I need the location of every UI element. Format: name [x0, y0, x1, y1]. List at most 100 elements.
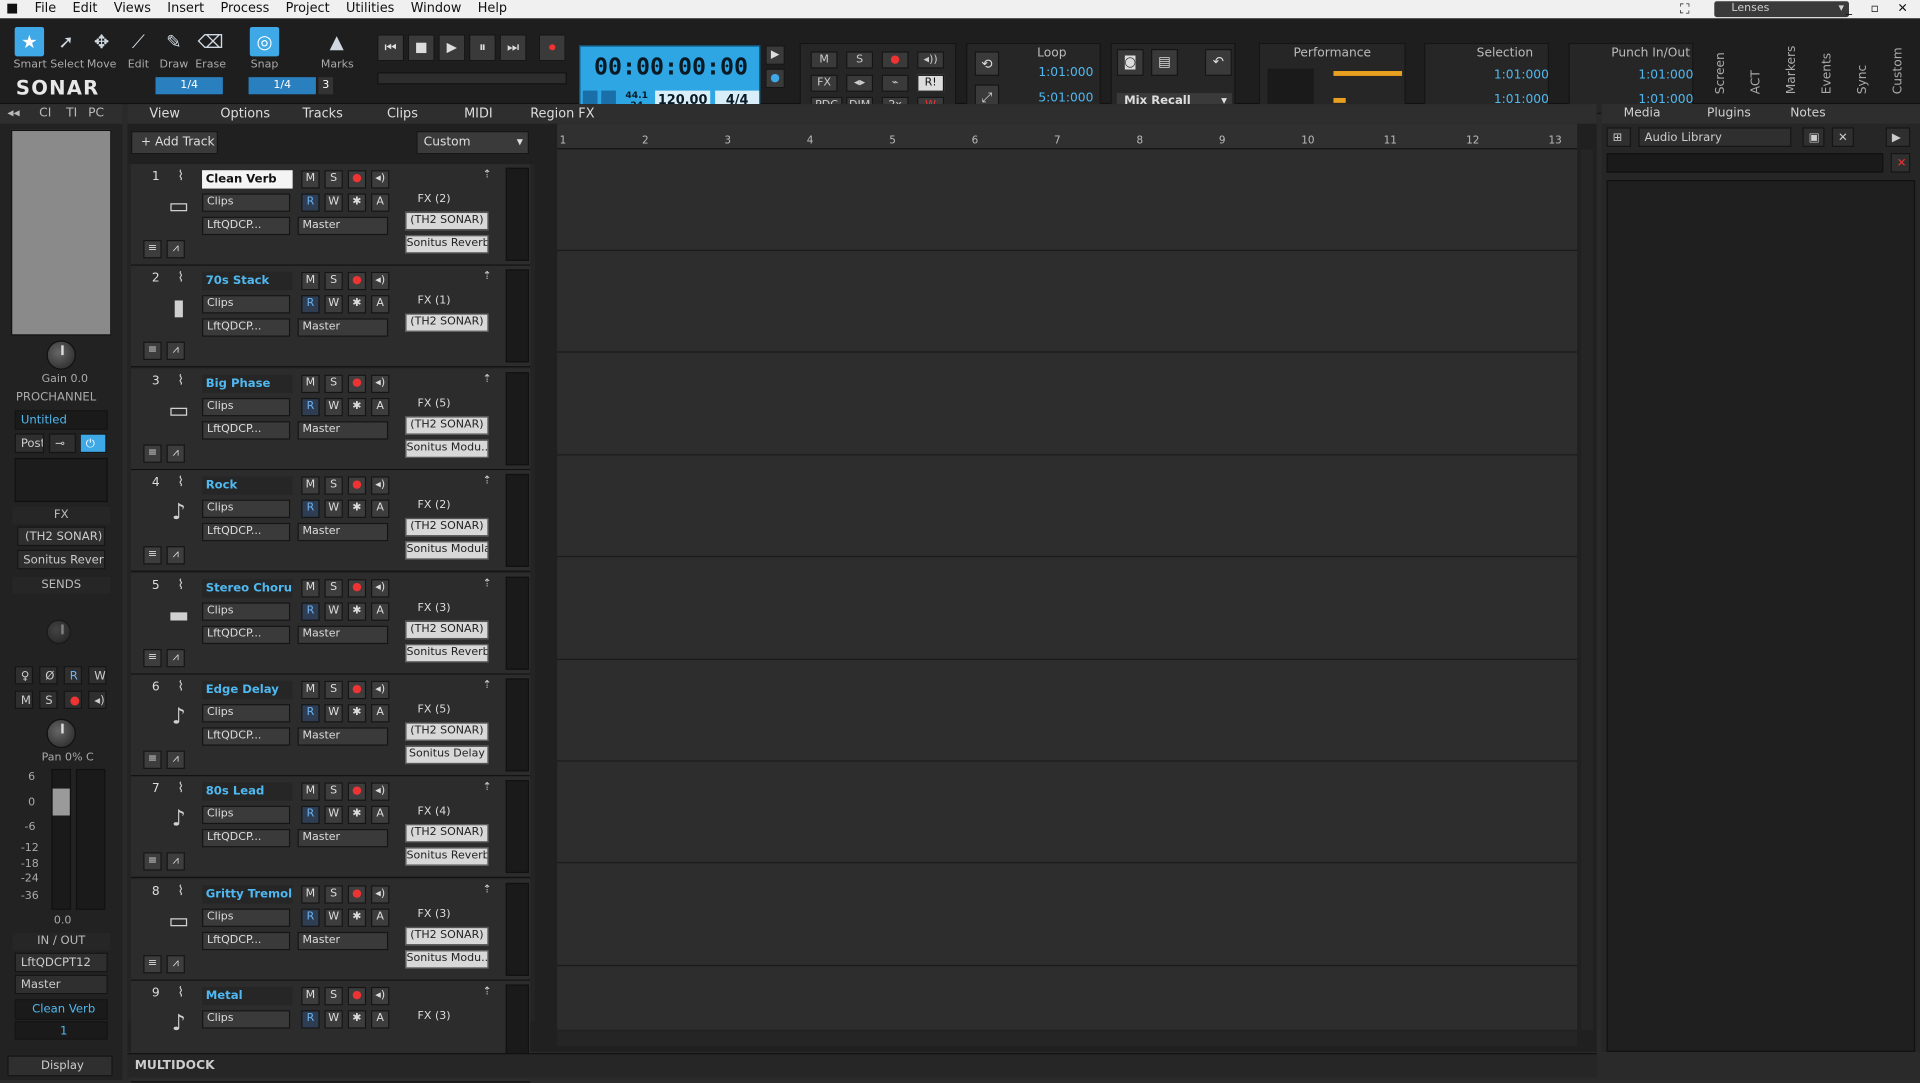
pause-button[interactable]: ⏸	[468, 34, 496, 62]
track-header[interactable]: 6 ⌇ Edge Delay ♪ M S ● ◂) ⇡ Clips R W ✱ A FX (5) (TH2 S…	[131, 674, 531, 777]
punch-start[interactable]: 1:01:000	[1638, 69, 1693, 82]
phase-icon[interactable]: Ø	[39, 666, 58, 685]
arm-button[interactable]: ●	[347, 782, 367, 802]
archive-button[interactable]: A	[371, 499, 390, 519]
fullscreen-icon[interactable]: ⛶	[1680, 0, 1689, 18]
selection-start[interactable]: 1:01:000	[1494, 69, 1549, 82]
archive-button[interactable]: A	[371, 193, 390, 212]
track-lane[interactable]	[557, 354, 1578, 456]
menu-insert[interactable]: Insert	[161, 0, 210, 18]
markers-module-tab[interactable]: Markers	[1777, 43, 1809, 112]
read-automation-button[interactable]: R	[301, 499, 320, 519]
fx-plugin[interactable]: Sonitus Delay	[405, 745, 489, 765]
clips-dropdown[interactable]: Clips	[202, 806, 291, 825]
automation-lane-icon[interactable]: ⩘	[166, 954, 185, 974]
sync-button[interactable]: ◂▸	[846, 74, 874, 92]
browser-add-icon[interactable]: ⊞	[1606, 127, 1632, 147]
sync-module-tab[interactable]: Sync	[1848, 43, 1880, 112]
archive-button[interactable]: A	[371, 908, 390, 927]
write-automation-button[interactable]: W	[324, 806, 343, 825]
scene-icon[interactable]: ▤	[1151, 48, 1178, 76]
track-options-icon[interactable]: ≡	[143, 852, 162, 872]
waveform-icon[interactable]: ⌇	[178, 780, 185, 796]
solo-button[interactable]: S	[324, 272, 343, 291]
tv-menu-view[interactable]: View	[149, 104, 180, 124]
gain-knob[interactable]	[46, 340, 76, 370]
track-name[interactable]: 80s Lead	[202, 782, 293, 802]
fx-plugin[interactable]: (TH2 SONAR)	[405, 926, 489, 946]
record-mode-button[interactable]: ●	[765, 68, 785, 89]
read-automation-button[interactable]: R	[301, 908, 320, 927]
mute-button[interactable]: M	[301, 272, 320, 291]
track-collapse-icon[interactable]: ⇡	[482, 373, 491, 385]
snap-value-dropdown[interactable]: 1/4	[155, 77, 223, 95]
erase-tool[interactable]: ⌫ Erase	[195, 27, 227, 71]
undo-icon[interactable]: ↶	[1204, 48, 1232, 76]
archive-button[interactable]: A	[371, 397, 390, 417]
track-collapse-icon[interactable]: ⇡	[482, 271, 491, 283]
read-automation-button[interactable]: R	[301, 704, 320, 723]
track-header[interactable]: 5 ⌇ Stereo Chorus ▬ M S ● ◂) ⇡ Clips R W ✱ A FX (3) (TH…	[131, 572, 531, 675]
custom-module-tab[interactable]: Custom	[1883, 43, 1915, 112]
events-module-tab[interactable]: Events	[1812, 43, 1844, 112]
rack-amp-icon[interactable]: ▬	[163, 600, 195, 632]
track-collapse-icon[interactable]: ⇡	[482, 782, 491, 794]
collapse-inspector-icon[interactable]: ◂◂	[7, 104, 19, 124]
amp-icon[interactable]: ▭	[163, 191, 195, 223]
guitar-icon[interactable]: ♪	[163, 497, 195, 529]
inspector-arm-button[interactable]: ●	[63, 690, 83, 709]
freeze-icon[interactable]: ✱	[347, 193, 367, 212]
snapshot-icon[interactable]: ◙	[1116, 48, 1144, 76]
content-location-dropdown[interactable]: Audio Library	[1638, 127, 1792, 147]
input-dropdown[interactable]: LftQDCPT12	[14, 952, 108, 973]
fx-plugin[interactable]: (TH2 SONAR)	[405, 722, 489, 741]
clear-search-icon[interactable]: ✕	[1890, 153, 1911, 173]
tv-menu-tracks[interactable]: Tracks	[302, 104, 342, 124]
output-dropdown[interactable]: Master	[297, 216, 389, 236]
menu-edit[interactable]: Edit	[66, 0, 103, 18]
input-echo-button[interactable]: ◂)	[371, 476, 390, 495]
input-echo-button[interactable]: ◂)	[371, 578, 390, 598]
waveform-icon[interactable]: ⌇	[178, 678, 185, 694]
solo-button[interactable]: S	[324, 578, 343, 598]
solo-button[interactable]: S	[324, 170, 343, 189]
clips-dropdown[interactable]: Clips	[202, 1010, 291, 1029]
waveform-icon[interactable]: ⌇	[178, 985, 185, 1001]
move-tool[interactable]: ✥ Move	[86, 27, 118, 71]
tv-menu-midi[interactable]: MIDI	[464, 104, 493, 124]
inspector-fx-2[interactable]: Sonitus Reverb	[17, 549, 106, 570]
track-collapse-icon[interactable]: ⇡	[482, 680, 491, 692]
write-automation-button[interactable]: W	[324, 704, 343, 723]
track-collapse-icon[interactable]: ⇡	[482, 169, 491, 181]
vertical-scrollbar[interactable]	[1580, 149, 1594, 1030]
smart-tool[interactable]: ★ Smart	[13, 26, 47, 71]
mute-button[interactable]: M	[301, 578, 320, 598]
clips-pane[interactable]	[557, 149, 1578, 1068]
loop-toggle-button[interactable]: ⟲	[974, 51, 1000, 76]
automation-lane-icon[interactable]: ⩘	[166, 546, 185, 565]
draw-tool[interactable]: ✎ Draw	[158, 27, 190, 71]
track-collapse-icon[interactable]: ⇡	[482, 986, 491, 998]
track-lane[interactable]	[557, 762, 1578, 864]
mute-button[interactable]: M	[301, 782, 320, 802]
tv-menu-region-fx[interactable]: Region FX	[530, 104, 594, 124]
read-automation-button[interactable]: R	[301, 601, 320, 621]
fx-bin-header[interactable]: FX (4)	[405, 804, 493, 821]
tv-menu-clips[interactable]: Clips	[387, 104, 418, 124]
solo-button[interactable]: S	[324, 680, 343, 700]
select-tool[interactable]: ➚ Select	[50, 27, 84, 71]
menu-utilities[interactable]: Utilities	[340, 0, 401, 18]
write-automation-button[interactable]: W	[324, 499, 343, 519]
write-automation-button[interactable]: W	[88, 666, 107, 685]
arm-button[interactable]: ●	[347, 170, 367, 189]
freeze-icon[interactable]: ✱	[347, 704, 367, 723]
track-name[interactable]: Clean Verb	[202, 170, 293, 189]
add-track-button[interactable]: + Add Track	[131, 131, 218, 155]
tab-plugins[interactable]: Plugins	[1707, 104, 1751, 124]
write-automation-button[interactable]: W	[324, 601, 343, 621]
tab-notes[interactable]: Notes	[1790, 104, 1825, 124]
fx-plugin[interactable]: Sonitus Modu...	[405, 439, 489, 458]
track-lane[interactable]	[557, 864, 1578, 966]
freeze-icon[interactable]: ✱	[347, 397, 367, 417]
mute-button[interactable]: M	[301, 680, 320, 700]
